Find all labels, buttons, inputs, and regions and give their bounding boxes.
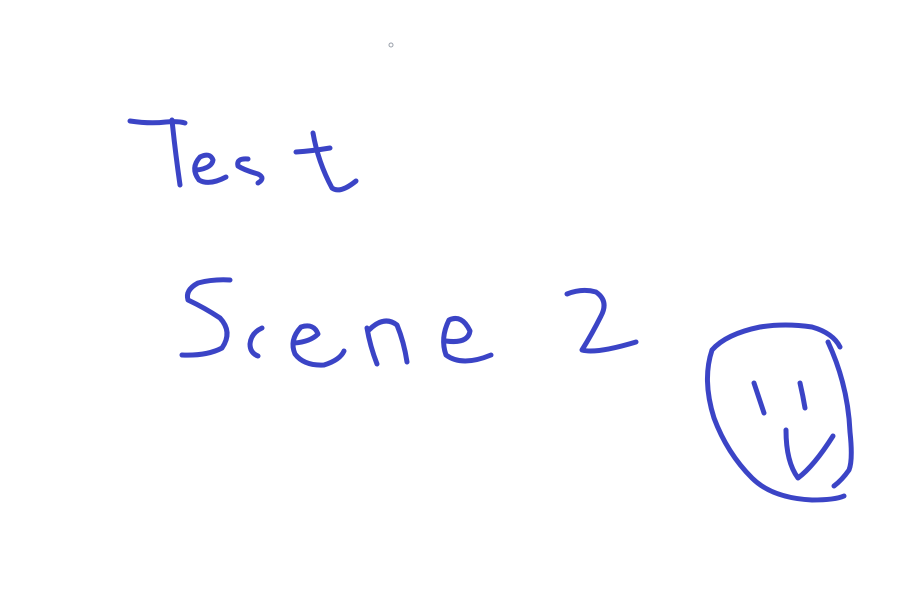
drawing-canvas[interactable] xyxy=(0,0,900,600)
pointer-dot xyxy=(388,42,394,48)
handwriting-layer xyxy=(127,42,854,503)
handwriting-test xyxy=(127,117,359,193)
smiley-doodle xyxy=(704,322,854,503)
handwriting-scene-2 xyxy=(179,277,639,368)
